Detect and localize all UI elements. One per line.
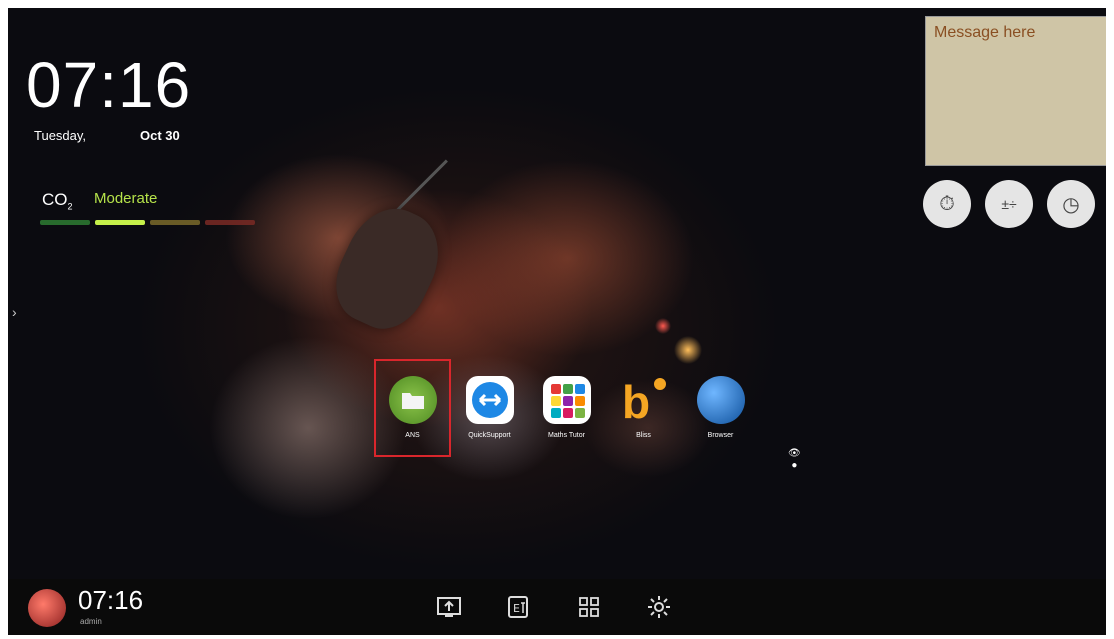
co2-status: Moderate (94, 190, 158, 207)
co2-level-segment (40, 220, 90, 225)
stopwatch-button[interactable]: ⏱ (923, 180, 971, 228)
taskbar-user: admin (80, 617, 102, 626)
app-label: Maths Tutor (548, 432, 585, 439)
spacecraft-image (321, 194, 455, 342)
page-dot: ● (791, 460, 798, 471)
co2-level-bar (40, 220, 255, 225)
app-bliss[interactable]: b Bliss (605, 370, 682, 456)
clock-widget-day: Tuesday, (34, 128, 87, 143)
co2-level-segment (95, 220, 145, 225)
sticky-note-text: Message here (934, 24, 1036, 41)
app-label: QuickSupport (468, 432, 511, 439)
svg-text:b: b (622, 376, 650, 424)
globe-icon (696, 376, 745, 424)
timer-icon: ◷ (1062, 193, 1080, 216)
co2-level-segment (150, 220, 200, 225)
taskbar-time: 07:16 (78, 585, 144, 615)
tool-buttons: ⏱ ±÷ ◷ (923, 180, 1095, 228)
svg-text:E: E (513, 602, 520, 615)
app-label: Browser (707, 432, 734, 439)
avatar[interactable] (28, 589, 66, 627)
screen-share-icon[interactable] (433, 591, 465, 623)
app-ans[interactable]: ANS (374, 359, 451, 457)
calculator-icon: ±÷ (1001, 196, 1017, 212)
timer-button[interactable]: ◷ (1047, 180, 1095, 228)
quicksupport-icon (465, 376, 514, 424)
stopwatch-icon: ⏱ (939, 192, 955, 215)
desktop-screen: 07:16 Tuesday, Oct 30 CO2 Moderate Messa… (8, 8, 1106, 635)
clock-widget-time: 07:16 (26, 49, 192, 121)
apps-grid-icon[interactable] (573, 591, 605, 623)
co2-level-segment (205, 220, 255, 225)
app-launcher: ANS QuickSupport Maths Tutor b Bliss Browser (374, 359, 759, 457)
sticky-note[interactable]: Message here (925, 16, 1106, 166)
bliss-icon: b (620, 376, 668, 424)
maths-tutor-icon (542, 376, 591, 424)
calculator-button[interactable]: ±÷ (985, 180, 1033, 228)
taskbar-buttons: E (433, 591, 675, 623)
sidebar-expand-icon[interactable]: › (12, 304, 17, 320)
app-label: Bliss (636, 432, 651, 439)
co2-label: CO2 (42, 190, 73, 212)
app-maths-tutor[interactable]: Maths Tutor (528, 370, 605, 456)
whiteboard-icon[interactable]: E (503, 591, 535, 623)
eye-icon: 👁 (788, 448, 801, 459)
app-quicksupport[interactable]: QuickSupport (451, 370, 528, 456)
page-indicator[interactable]: 👁 ● (788, 448, 801, 472)
app-browser[interactable]: Browser (682, 370, 759, 456)
settings-icon[interactable] (643, 591, 675, 623)
clock-widget-date: Oct 30 (140, 128, 180, 143)
selection-highlight (374, 359, 451, 457)
taskbar: 07:16 admin E (8, 579, 1106, 635)
